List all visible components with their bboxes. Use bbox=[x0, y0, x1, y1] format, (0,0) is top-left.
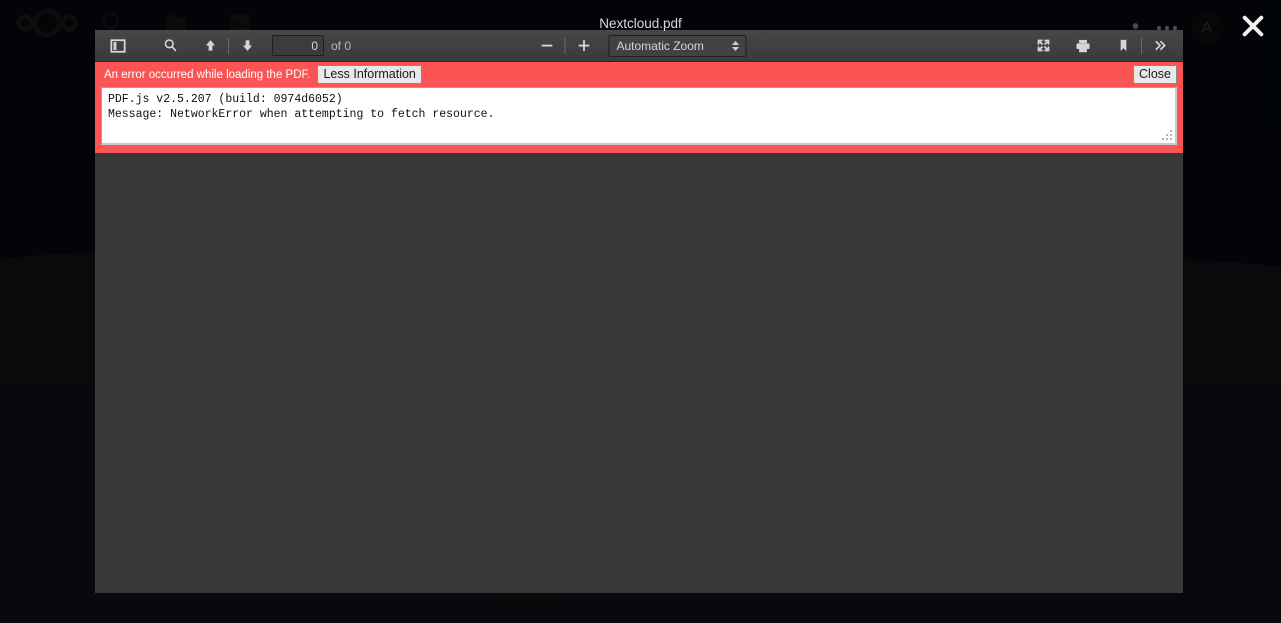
error-details-textarea[interactable]: PDF.js v2.5.207 (build: 0974d6052) Messa… bbox=[101, 87, 1177, 145]
sidebar-toggle-icon[interactable] bbox=[103, 33, 133, 59]
zoom-out-button[interactable] bbox=[532, 33, 562, 59]
search-icon[interactable] bbox=[155, 33, 185, 59]
toolbar-divider bbox=[228, 37, 229, 54]
pdf-document-area[interactable] bbox=[95, 153, 1183, 593]
toolbar-divider bbox=[1141, 37, 1142, 54]
resize-handle[interactable] bbox=[1162, 130, 1172, 140]
page-total-label: of 0 bbox=[331, 38, 352, 53]
bookmark-icon[interactable] bbox=[1108, 33, 1138, 59]
pdf-toolbar: of 0 Automatic ZoomActual Siz bbox=[95, 30, 1183, 62]
error-details-text: PDF.js v2.5.207 (build: 0974d6052) Messa… bbox=[108, 93, 495, 121]
toolbar-divider bbox=[564, 37, 566, 54]
close-error-button[interactable]: Close bbox=[1133, 65, 1177, 84]
error-banner-row: An error occurred while loading the PDF.… bbox=[100, 65, 1178, 87]
arrow-down-icon[interactable] bbox=[232, 33, 262, 59]
pdf-viewer-window: of 0 Automatic ZoomActual Siz bbox=[95, 30, 1183, 593]
print-icon[interactable] bbox=[1068, 33, 1098, 59]
desktop: A Nextcloud.pdf bbox=[0, 0, 1281, 623]
close-viewer-button[interactable] bbox=[1235, 8, 1271, 44]
page-number-input[interactable] bbox=[272, 35, 324, 56]
toggle-error-details-button[interactable]: Less Information bbox=[317, 65, 422, 84]
more-tools-icon[interactable] bbox=[1145, 33, 1175, 59]
error-message: An error occurred while loading the PDF. bbox=[104, 68, 311, 81]
fullscreen-icon[interactable] bbox=[1028, 33, 1058, 59]
arrow-up-icon[interactable] bbox=[195, 33, 225, 59]
zoom-level-select[interactable]: Automatic ZoomActual SizePage FitPage Wi… bbox=[608, 34, 747, 57]
zoom-in-button[interactable] bbox=[569, 33, 599, 59]
error-banner: An error occurred while loading the PDF.… bbox=[95, 62, 1183, 153]
